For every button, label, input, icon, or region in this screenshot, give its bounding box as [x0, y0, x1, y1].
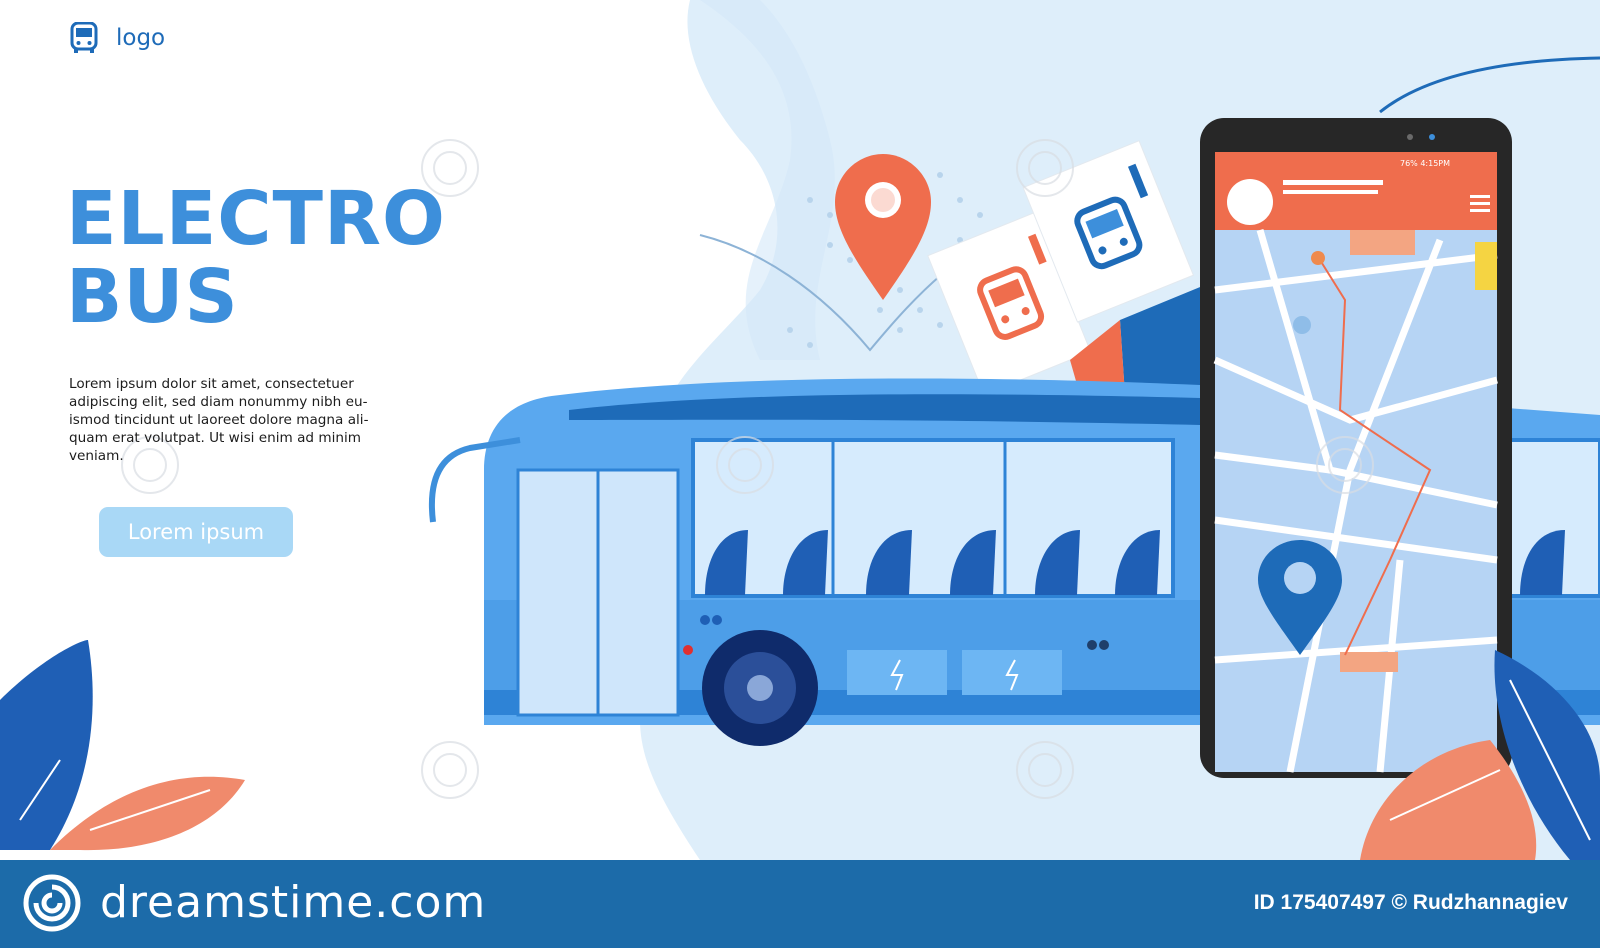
- hamburger-menu-icon: [1470, 195, 1490, 212]
- image-credit: ID 175407497 © Rudzhannagiev: [1253, 891, 1568, 914]
- bus-icon: [70, 22, 98, 53]
- phone-status-bar: 76% 4:15PM: [1400, 159, 1451, 168]
- footer-brand-text: dreamstime.com: [100, 877, 487, 928]
- cta-button[interactable]: Lorem ipsum: [99, 507, 293, 557]
- page-title: ELECTRO BUS: [66, 180, 446, 336]
- footer-brand[interactable]: dreamstime.com: [22, 873, 486, 933]
- bus-wheel-icon: [702, 630, 818, 746]
- title-line-2: BUS: [66, 254, 239, 340]
- footer-watermark-bar: dreamstime.com ID 175407497 © Rudzhannag…: [0, 860, 1600, 948]
- smartphone-map-illustration: [1200, 118, 1512, 778]
- dreamstime-swirl-icon: [23, 874, 81, 932]
- leaf-decoration-left: [0, 640, 245, 851]
- logo[interactable]: logo: [70, 22, 165, 54]
- title-line-1: ELECTRO: [66, 176, 446, 262]
- hero-description: Lorem ipsum dolor sit amet, consectetuer…: [69, 376, 369, 464]
- logo-label: logo: [116, 25, 166, 51]
